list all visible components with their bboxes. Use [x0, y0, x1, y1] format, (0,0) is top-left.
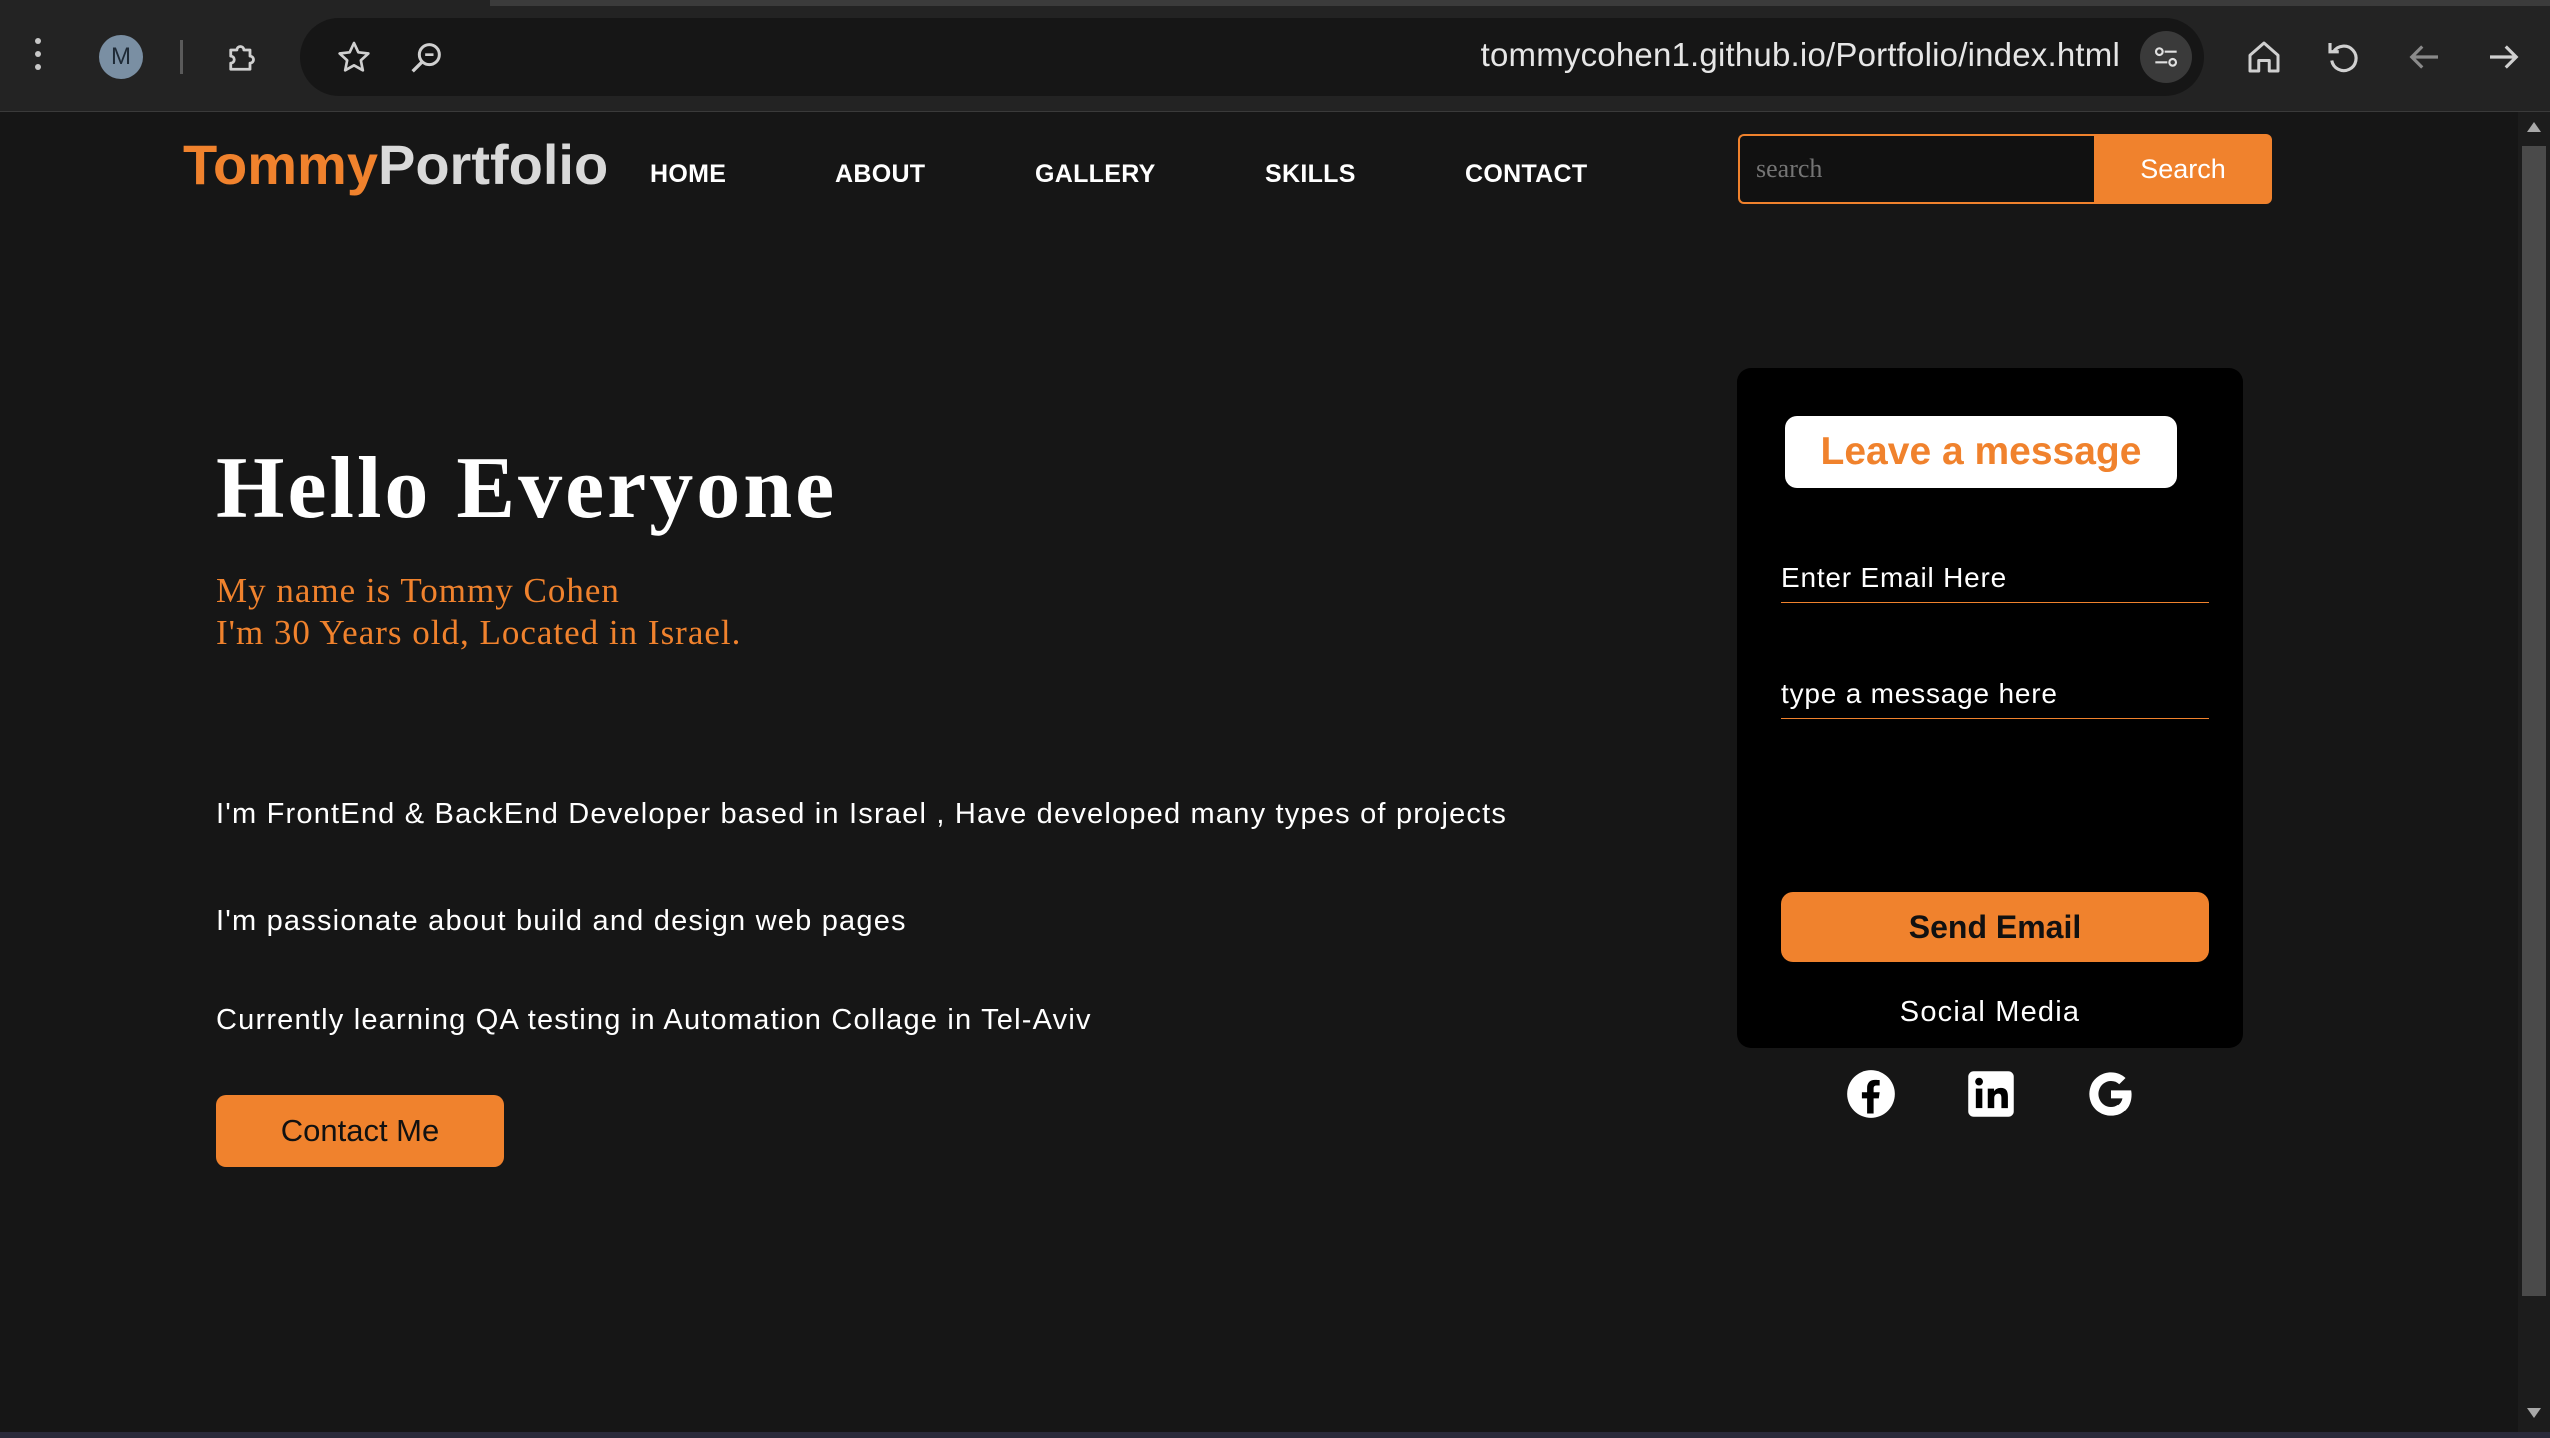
- contact-me-button[interactable]: Contact Me: [216, 1095, 504, 1167]
- window-bottom-edge: [0, 1432, 2550, 1438]
- site-logo[interactable]: TommyPortfolio: [183, 132, 608, 197]
- page-content: TommyPortfolio HOME ABOUT GALLERY SKILLS…: [0, 112, 2518, 1432]
- intro-age-line: I'm 30 Years old, Located in Israel.: [216, 613, 742, 652]
- zoom-icon[interactable]: [406, 38, 446, 78]
- social-media-title: Social Media: [1899, 996, 2081, 1028]
- about-paragraph-1: I'm FrontEnd & BackEnd Developer based i…: [216, 798, 1508, 830]
- email-field[interactable]: [1781, 553, 2209, 603]
- scrollbar-thumb[interactable]: [2522, 146, 2546, 1296]
- profile-avatar[interactable]: M: [99, 35, 143, 79]
- about-paragraph-2: I'm passionate about build and design we…: [216, 905, 907, 937]
- google-icon[interactable]: [2085, 1068, 2137, 1120]
- search-button[interactable]: Search: [2094, 134, 2272, 204]
- scroll-down-arrow-icon[interactable]: [2527, 1408, 2541, 1418]
- page-scrollbar[interactable]: [2518, 112, 2550, 1432]
- intro-text: My name is Tommy Cohen I'm 30 Years old,…: [216, 570, 741, 654]
- leave-message-title: Leave a message: [1785, 416, 2177, 488]
- browser-menu-icon[interactable]: [30, 38, 46, 78]
- nav-skills[interactable]: SKILLS: [1265, 160, 1356, 189]
- site-info-button[interactable]: [2140, 31, 2192, 83]
- browser-toolbar: M tommycohen1.github.io/Portfolio/index.…: [0, 0, 2550, 112]
- url-text[interactable]: tommycohen1.github.io/Portfolio/index.ht…: [1380, 36, 2120, 74]
- intro-name-line: My name is Tommy Cohen: [216, 571, 620, 610]
- nav-home[interactable]: HOME: [650, 160, 726, 189]
- send-email-button[interactable]: Send Email: [1781, 892, 2209, 962]
- nav-contact[interactable]: CONTACT: [1465, 160, 1587, 189]
- reload-icon[interactable]: [2323, 36, 2365, 78]
- back-arrow-icon[interactable]: [2403, 36, 2445, 78]
- facebook-icon[interactable]: [1845, 1068, 1897, 1120]
- tab-strip: [490, 0, 2550, 6]
- logo-part-tommy: Tommy: [183, 133, 378, 196]
- forward-arrow-icon[interactable]: [2483, 36, 2525, 78]
- message-card: Leave a message Send Email Social Media: [1737, 368, 2243, 1118]
- toolbar-divider: [180, 40, 183, 74]
- logo-part-portfolio: Portfolio: [378, 133, 609, 196]
- search-input[interactable]: [1738, 134, 2094, 204]
- scroll-up-arrow-icon[interactable]: [2527, 122, 2541, 132]
- home-icon[interactable]: [2243, 36, 2285, 78]
- bookmark-star-icon[interactable]: [334, 38, 374, 78]
- about-paragraph-3: Currently learning QA testing in Automat…: [216, 1004, 1092, 1036]
- nav-about[interactable]: ABOUT: [835, 160, 925, 189]
- nav-gallery[interactable]: GALLERY: [1035, 160, 1156, 189]
- linkedin-icon[interactable]: [1965, 1068, 2017, 1120]
- message-field[interactable]: [1781, 669, 2209, 719]
- hero-title: Hello Everyone: [216, 440, 838, 537]
- tune-icon: [2154, 47, 2178, 67]
- extensions-icon[interactable]: [222, 36, 264, 78]
